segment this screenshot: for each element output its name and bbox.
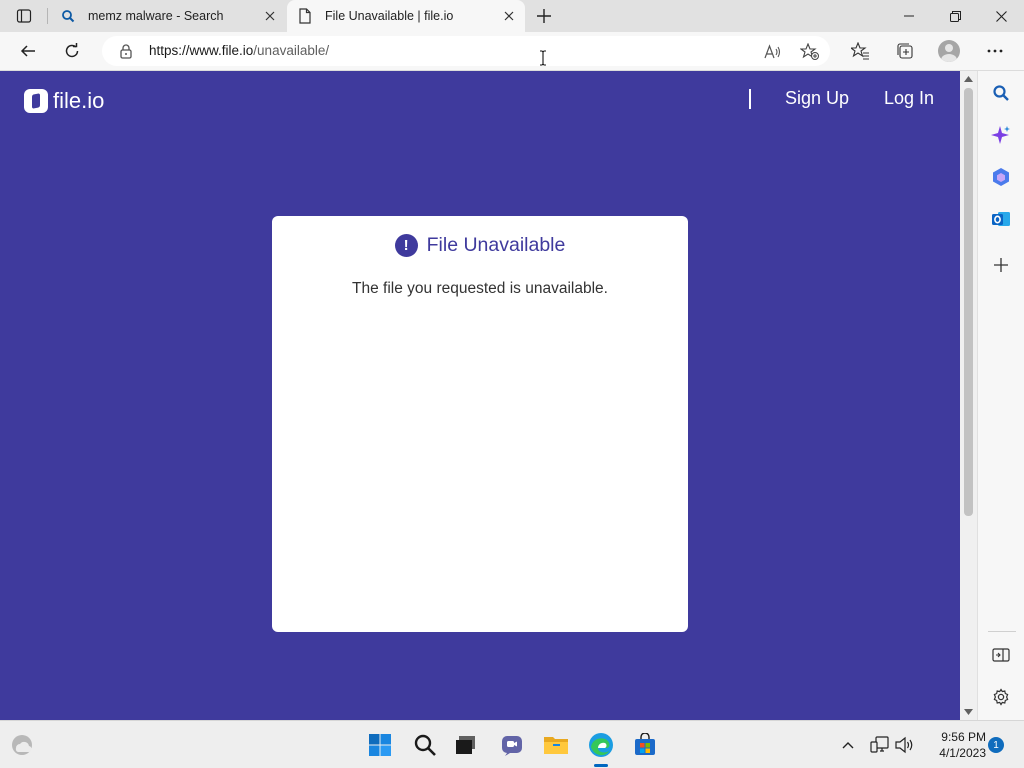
card-message: The file you requested is unavailable. <box>352 280 608 297</box>
sidebar-outlook-button[interactable] <box>988 206 1014 232</box>
active-app-indicator <box>594 764 608 767</box>
text-cursor-icon <box>540 50 546 66</box>
volume-button[interactable] <box>890 731 918 759</box>
brand-name: file.io <box>53 88 105 113</box>
taskbar-search-button[interactable] <box>411 731 439 759</box>
task-view-icon <box>456 736 475 754</box>
copilot-icon <box>991 126 1010 144</box>
start-icon <box>369 734 391 756</box>
browser-toolbar: https://www.file.io/unavailable/ <box>0 32 1024 71</box>
lock-icon[interactable] <box>118 43 134 59</box>
chat-button[interactable] <box>498 731 526 759</box>
scroll-up-arrow-icon[interactable] <box>964 75 973 83</box>
sidebar-office-button[interactable] <box>988 164 1014 190</box>
address-bar[interactable]: https://www.file.io/unavailable/ <box>102 36 830 66</box>
restore-button[interactable] <box>932 0 978 32</box>
add-favorite-icon[interactable] <box>799 41 821 63</box>
unavailable-card: ! File Unavailable The file you requeste… <box>272 216 688 632</box>
network-icon <box>870 736 889 753</box>
back-arrow-icon <box>20 45 35 57</box>
page-viewport: file.io Sign Up Log In ! File Unavailabl… <box>0 71 960 720</box>
sidebar-copilot-button[interactable] <box>988 122 1014 148</box>
plus-icon <box>537 9 551 23</box>
store-button[interactable] <box>631 731 659 759</box>
task-view-button[interactable] <box>452 731 480 759</box>
tab-title: File Unavailable | file.io <box>325 9 454 23</box>
sidebar-search-button[interactable] <box>988 80 1014 106</box>
collections-button[interactable] <box>890 37 920 65</box>
card-title: File Unavailable <box>426 234 566 256</box>
tab-memz-search[interactable]: memz malware - Search <box>50 0 286 32</box>
settings-icon <box>993 688 1009 706</box>
show-hidden-icons-button[interactable] <box>834 731 862 759</box>
tab-strip: memz malware - Search File Unavailable |… <box>0 0 1024 32</box>
url-host: https://www.file.io <box>149 43 254 58</box>
edge-sidebar <box>977 71 1024 720</box>
page-scrollbar[interactable] <box>960 71 977 720</box>
minimize-button[interactable] <box>886 0 932 32</box>
chevron-up-icon <box>842 742 854 749</box>
tab-file-unavailable[interactable]: File Unavailable | file.io <box>287 0 525 32</box>
refresh-button[interactable] <box>57 37 87 65</box>
url-path: /unavailable/ <box>253 43 330 58</box>
back-button[interactable] <box>13 37 43 65</box>
page-icon <box>297 8 313 24</box>
start-button[interactable] <box>366 731 394 759</box>
exclamation-icon: ! <box>394 234 418 257</box>
tab-actions-button[interactable] <box>6 4 42 28</box>
office-icon <box>993 168 1009 186</box>
profile-avatar[interactable] <box>938 40 960 62</box>
store-icon <box>635 733 655 755</box>
favorites-button[interactable] <box>845 37 875 65</box>
scroll-thumb[interactable] <box>964 88 973 516</box>
log-in-link[interactable]: Log In <box>884 88 934 109</box>
tab-separator <box>47 8 48 24</box>
scroll-down-arrow-icon[interactable] <box>964 708 973 716</box>
volume-icon <box>895 736 913 754</box>
sidebar-separator <box>988 631 1016 632</box>
collections-icon <box>897 43 913 59</box>
outlook-icon <box>992 212 1010 226</box>
nav-divider <box>749 89 751 109</box>
tab-title: memz malware - Search <box>88 9 224 23</box>
read-aloud-icon[interactable] <box>762 41 784 63</box>
sidebar-add-button[interactable] <box>988 252 1014 278</box>
file-explorer-icon <box>544 737 568 754</box>
close-window-button[interactable] <box>978 0 1024 32</box>
add-icon <box>994 258 1008 272</box>
brand-link[interactable]: file.io <box>24 88 104 114</box>
notification-badge[interactable]: 1 <box>988 737 1004 753</box>
sidebar-split-screen-button[interactable] <box>988 642 1014 668</box>
card-header: ! File Unavailable <box>272 234 688 257</box>
weather-widget[interactable] <box>8 731 36 759</box>
refresh-icon <box>65 43 79 58</box>
clock-time: 9:56 PM <box>941 730 986 744</box>
weather-icon <box>12 735 32 755</box>
sidebar-settings-button[interactable] <box>988 684 1014 710</box>
favorites-icon <box>851 42 869 60</box>
minimize-icon <box>904 15 914 17</box>
search-icon <box>414 734 436 756</box>
url-text[interactable]: https://www.file.io/unavailable/ <box>149 43 329 58</box>
sign-up-link[interactable]: Sign Up <box>785 88 849 109</box>
restore-icon <box>949 10 961 22</box>
clock-date: 4/1/2023 <box>939 746 986 760</box>
search-icon <box>993 85 1009 101</box>
more-icon <box>987 49 1003 53</box>
edge-icon <box>589 733 613 757</box>
taskbar: 9:56 PM 4/1/2023 1 <box>0 720 1024 768</box>
settings-more-button[interactable] <box>980 37 1010 65</box>
file-explorer-button[interactable] <box>542 731 570 759</box>
new-tab-button[interactable] <box>532 4 556 28</box>
chat-icon <box>502 736 522 756</box>
close-icon[interactable] <box>499 6 519 26</box>
search-icon <box>60 8 76 24</box>
close-icon <box>995 10 1007 22</box>
edge-button[interactable] <box>587 731 615 759</box>
tab-actions-icon <box>16 9 32 23</box>
file-io-logo-icon <box>24 89 48 113</box>
split-screen-icon <box>992 648 1010 662</box>
close-icon[interactable] <box>260 6 280 26</box>
taskbar-clock[interactable]: 9:56 PM 4/1/2023 <box>920 729 986 761</box>
